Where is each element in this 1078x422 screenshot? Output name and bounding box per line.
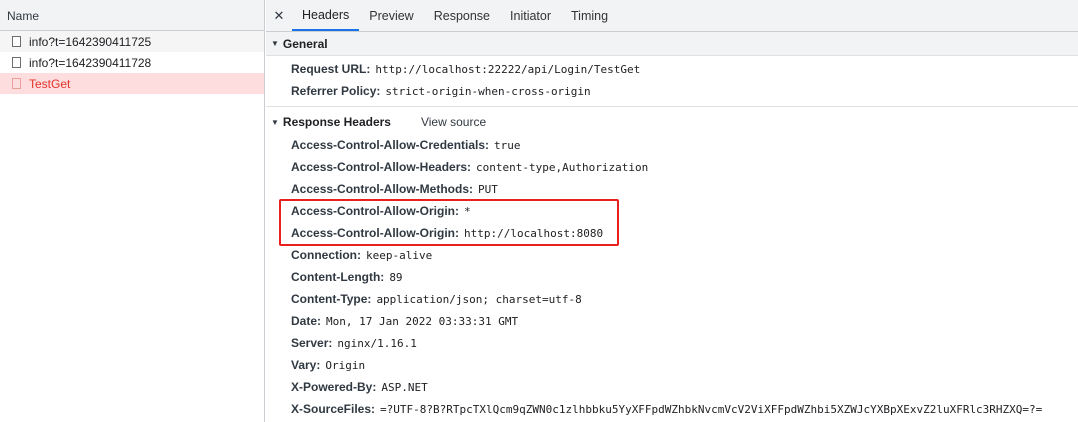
close-icon[interactable]: ✕ [266,0,292,31]
header-key: Date: [291,314,322,328]
document-icon [12,78,21,89]
request-name: info?t=1642390411728 [29,55,152,70]
response-headers-title: Response Headers [282,115,391,129]
header-value: keep-alive [366,248,433,262]
request-row[interactable]: info?t=1642390411728 [0,52,264,73]
header-key: X-Powered-By: [291,380,377,394]
header-value: 89 [389,270,403,284]
header-key: Connection: [291,248,361,262]
header-value: http://localhost:22222/api/Login/TestGet [375,62,641,76]
header-key: Vary: [291,358,321,372]
header-row: Access-Control-Allow-Credentials: true [266,134,1078,156]
request-row[interactable]: info?t=1642390411725 [0,31,264,52]
header-value: =?UTF-8?B?RTpcTXlQcm9qZWN0c1zlhbbku5YyXF… [380,402,1043,416]
header-row: Referrer Policy: strict-origin-when-cros… [266,80,1078,102]
document-icon [12,57,21,68]
header-value: ASP.NET [381,380,428,394]
header-value: http://localhost:8080 [464,226,604,240]
header-key: Content-Type: [291,292,372,306]
header-row: Connection: keep-alive [266,244,1078,266]
tab-headers[interactable]: Headers [292,0,360,31]
tab-initiator[interactable]: Initiator [500,0,561,31]
name-column-header[interactable]: Name [0,0,264,31]
header-value: * [464,204,471,218]
header-key: Request URL: [291,62,371,76]
header-value: Origin [325,358,366,372]
triangle-down-icon: ▼ [271,117,279,127]
header-row: Access-Control-Allow-Headers: content-ty… [266,156,1078,178]
view-source-link[interactable]: View source [421,115,486,129]
header-value: application/json; charset=utf-8 [376,292,582,306]
header-value: strict-origin-when-cross-origin [385,84,591,98]
header-value: true [494,138,521,152]
header-key: Access-Control-Allow-Methods: [291,182,474,196]
request-name: TestGet [29,76,71,91]
header-value: content-type,Authorization [476,160,649,174]
header-key: Referrer Policy: [291,84,381,98]
tab-timing[interactable]: Timing [561,0,618,31]
triangle-down-icon: ▼ [271,39,279,48]
header-row: Server: nginx/1.16.1 [266,332,1078,354]
section-divider [266,106,1078,107]
document-icon [12,36,21,47]
request-row-selected[interactable]: TestGet [0,73,264,94]
header-key: Access-Control-Allow-Origin: [291,204,460,218]
header-key: Server: [291,336,333,350]
header-value: nginx/1.16.1 [337,336,417,350]
header-key: Content-Length: [291,270,385,284]
header-row: Date: Mon, 17 Jan 2022 03:33:31 GMT [266,310,1078,332]
header-value: Mon, 17 Jan 2022 03:33:31 GMT [326,314,519,328]
request-details-panel: ✕ Headers Preview Response Initiator Tim… [266,0,1078,422]
header-row: X-SourceFiles: =?UTF-8?B?RTpcTXlQcm9qZWN… [266,398,1078,420]
general-section-title: General [282,36,328,51]
general-section-toggle[interactable]: ▼ General [266,32,1078,56]
header-row: Request URL: http://localhost:22222/api/… [266,58,1078,80]
tab-response[interactable]: Response [424,0,500,31]
details-tabbar: ✕ Headers Preview Response Initiator Tim… [266,0,1078,32]
header-key: Access-Control-Allow-Origin: [291,226,460,240]
header-key: Access-Control-Allow-Headers: [291,160,472,174]
header-value: PUT [478,182,498,196]
header-row: Access-Control-Allow-Origin: http://loca… [266,222,1078,244]
tab-preview[interactable]: Preview [359,0,423,31]
request-name: info?t=1642390411725 [29,34,152,49]
header-row: Content-Type: application/json; charset=… [266,288,1078,310]
header-row: Vary: Origin [266,354,1078,376]
response-headers-section-toggle[interactable]: ▼ Response Headers View source [266,110,1078,134]
header-row: Access-Control-Allow-Origin: * [266,200,1078,222]
header-key: Access-Control-Allow-Credentials: [291,138,490,152]
header-row: X-Powered-By: ASP.NET [266,376,1078,398]
header-key: X-SourceFiles: [291,402,376,416]
header-row: Access-Control-Allow-Methods: PUT [266,178,1078,200]
request-list-panel: Name info?t=1642390411725 info?t=1642390… [0,0,265,422]
header-row: Content-Length: 89 [266,266,1078,288]
